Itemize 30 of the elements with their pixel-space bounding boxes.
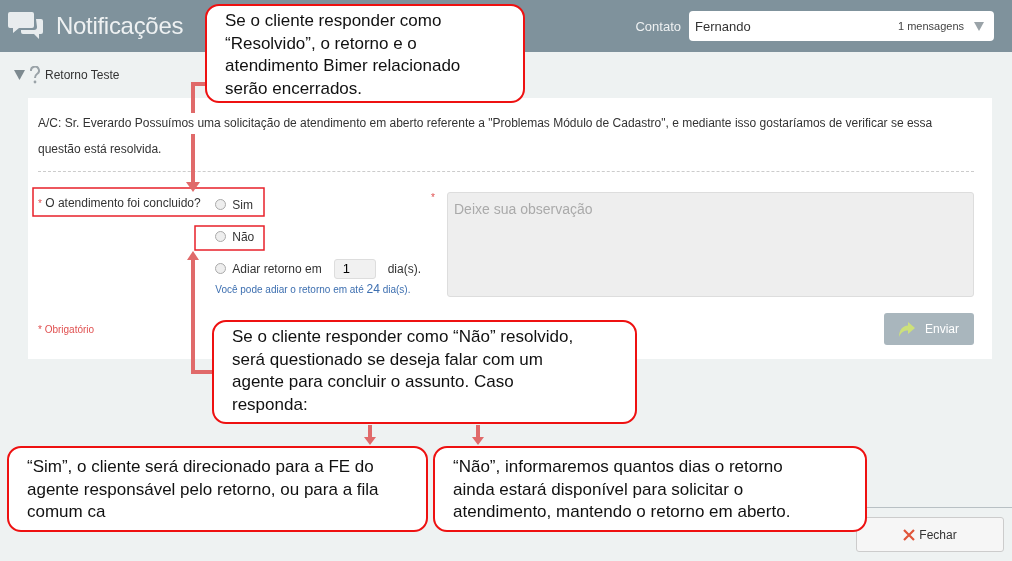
message-text: A/C: Sr. Everardo Possuímos uma solicitação de atendimento em aberto referente a "Problemas Módulo de Cadastro", e mediante isso gostaríamos de verificar se essa questão está resolvida. [38, 115, 934, 158]
caret-icon [974, 21, 984, 31]
radio-option[interactable]: Adiar retorno em [215, 256, 322, 281]
section-title: Retorno Teste [45, 68, 120, 82]
callout: “Sim”, o cliente será direcionado para a FE do agente responsável pelo retorno, ou para a fila comum ca [7, 446, 428, 532]
radio-option[interactable]: Sim [215, 192, 421, 217]
contact-select[interactable]: Fernando 1 mensagens [689, 11, 994, 41]
close-icon [903, 528, 916, 541]
days-field[interactable]: 1 [333, 258, 376, 279]
unit-label: dia(s). [387, 261, 421, 276]
callout: Se o cliente responder como “Não” resolvido, será questionado se deseja falar com um agente para concluir o assunto. Caso responda: [212, 320, 637, 424]
hint-text: Você pode adiar o retorno em até 24 dia(s). [215, 282, 412, 296]
close-button[interactable]: Fechar [856, 517, 1004, 552]
contact-label: Contato [635, 18, 681, 34]
page-title: Notificações [56, 12, 184, 40]
arrow [364, 425, 376, 445]
question-mark-icon [30, 66, 40, 84]
arrow [472, 425, 484, 445]
highlight-frame [194, 225, 265, 251]
arrow [186, 134, 200, 192]
required-note: * Obrigatório [38, 323, 95, 335]
required-mark: * [431, 192, 436, 203]
observation-field[interactable]: Deixe sua observação [447, 192, 974, 297]
question-label: * O atendimento foi concluido? [38, 195, 201, 210]
radio-option[interactable]: Não [215, 224, 421, 249]
callout: “Não”, informaremos quantos dias o retorno ainda estará disponível para solicitar o atendimento, mantendo o retorno em aberto. [433, 446, 867, 532]
callout: Se o cliente responder como “Resolvido”, o retorno e o atendimento Bimer relacionado serão encerrados. [205, 4, 525, 103]
leader-line [191, 82, 206, 113]
caret-icon[interactable] [14, 70, 25, 80]
forward-arrow-icon [899, 321, 915, 337]
